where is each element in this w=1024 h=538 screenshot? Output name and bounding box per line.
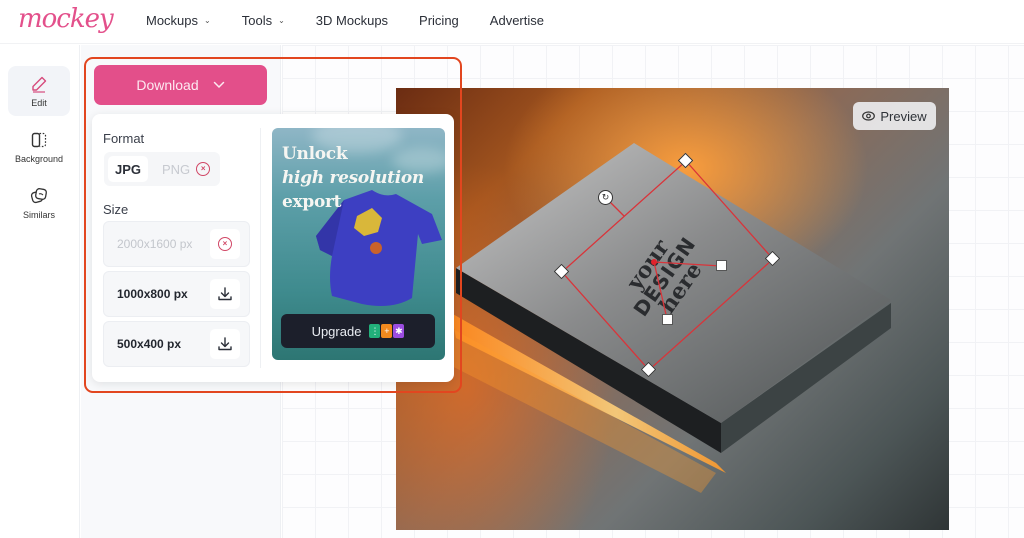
rail-label: Background <box>14 153 64 164</box>
format-toggle: JPG PNG × <box>104 152 220 186</box>
nav-item-3d-mockups[interactable]: 3D Mockups <box>316 13 388 28</box>
mockup-image[interactable]: your DESIGN here ↻ Preview <box>396 88 949 530</box>
download-label: Download <box>136 77 199 93</box>
preview-label: Preview <box>880 108 927 124</box>
size-label: 1000x800 px <box>117 287 188 301</box>
selection-overlay <box>561 160 774 371</box>
chevron-down-icon: ⌄ <box>278 16 285 25</box>
asterisk-badge-icon: ✱ <box>393 324 405 338</box>
download-dropdown: Format JPG PNG × Size 2000x1600 px × 100… <box>92 114 454 382</box>
format-heading: Format <box>103 131 145 146</box>
background-icon <box>31 132 47 147</box>
promo-line3: export <box>282 192 342 212</box>
eye-icon <box>862 111 876 121</box>
upgrade-label: Upgrade <box>311 323 362 339</box>
nav-item-mockups[interactable]: Mockups ⌄ <box>146 13 211 28</box>
rail-item-similars[interactable]: Similars <box>8 178 70 228</box>
download-icon-wrap[interactable] <box>210 329 240 359</box>
sparkle-badge-icon: ⋮ <box>369 324 381 338</box>
promo-headline: Unlock high resolution export <box>282 142 424 214</box>
size-label: 500x400 px <box>117 337 182 351</box>
nav-item-pricing[interactable]: Pricing <box>419 13 459 28</box>
plan-badges: ⋮ + ✱ <box>369 324 405 338</box>
nav-item-advertise[interactable]: Advertise <box>490 13 544 28</box>
download-icon-wrap[interactable] <box>210 279 240 309</box>
format-png-option[interactable]: PNG × <box>162 156 211 182</box>
mockey-logo[interactable]: mockey <box>10 2 114 42</box>
upgrade-button[interactable]: Upgrade ⋮ + ✱ <box>281 314 435 348</box>
top-header: mockey Mockups ⌄ Tools ⌄ 3D Mockups Pric… <box>0 0 1024 44</box>
locked-x-icon: × <box>218 237 232 251</box>
warp-handle-horizontal[interactable] <box>716 260 727 271</box>
divider <box>260 128 261 368</box>
rail-item-edit[interactable]: Edit <box>8 66 70 116</box>
png-label: PNG <box>162 161 191 177</box>
download-icon <box>218 337 232 351</box>
similars-icon <box>30 187 47 203</box>
size-option-1000x800[interactable]: 1000x800 px <box>103 271 250 317</box>
rotate-handle[interactable]: ↻ <box>598 190 613 205</box>
download-button[interactable]: Download <box>94 65 267 105</box>
locked-icon-wrap: × <box>210 229 240 259</box>
size-option-500x400[interactable]: 500x400 px <box>103 321 250 367</box>
size-option-2000x1600[interactable]: 2000x1600 px × <box>103 221 250 267</box>
preview-button[interactable]: Preview <box>853 102 936 130</box>
nav-label: Mockups <box>146 13 199 28</box>
promo-line1: Unlock <box>282 144 348 164</box>
locked-x-icon: × <box>196 162 211 176</box>
format-jpg-option[interactable]: JPG <box>108 156 148 182</box>
nav-label: Tools <box>241 13 273 28</box>
download-icon <box>218 287 232 301</box>
nav-label: 3D Mockups <box>315 13 389 28</box>
rail-item-background[interactable]: Background <box>8 122 70 172</box>
left-rail: Edit Background Similars <box>0 45 80 538</box>
upgrade-promo-card[interactable]: Unlock high resolution export Upgrade ⋮ … <box>272 128 445 360</box>
chevron-down-icon <box>213 81 224 89</box>
size-heading: Size <box>103 202 129 217</box>
promo-line2: high resolution <box>282 168 424 188</box>
warp-handle-vertical[interactable] <box>662 314 673 325</box>
pencil-icon <box>32 76 47 93</box>
rail-label: Similars <box>22 209 55 220</box>
main-nav: Mockups ⌄ Tools ⌄ 3D Mockups Pricing Adv… <box>146 13 575 28</box>
size-label: 2000x1600 px <box>117 237 193 251</box>
nav-label: Advertise <box>489 13 544 28</box>
nav-item-tools[interactable]: Tools ⌄ <box>242 13 285 28</box>
rail-label: Edit <box>31 97 47 108</box>
plus-badge-icon: + <box>381 324 393 338</box>
nav-label: Pricing <box>419 13 459 28</box>
chevron-down-icon: ⌄ <box>204 16 211 25</box>
logo-text: mockey <box>18 4 114 34</box>
